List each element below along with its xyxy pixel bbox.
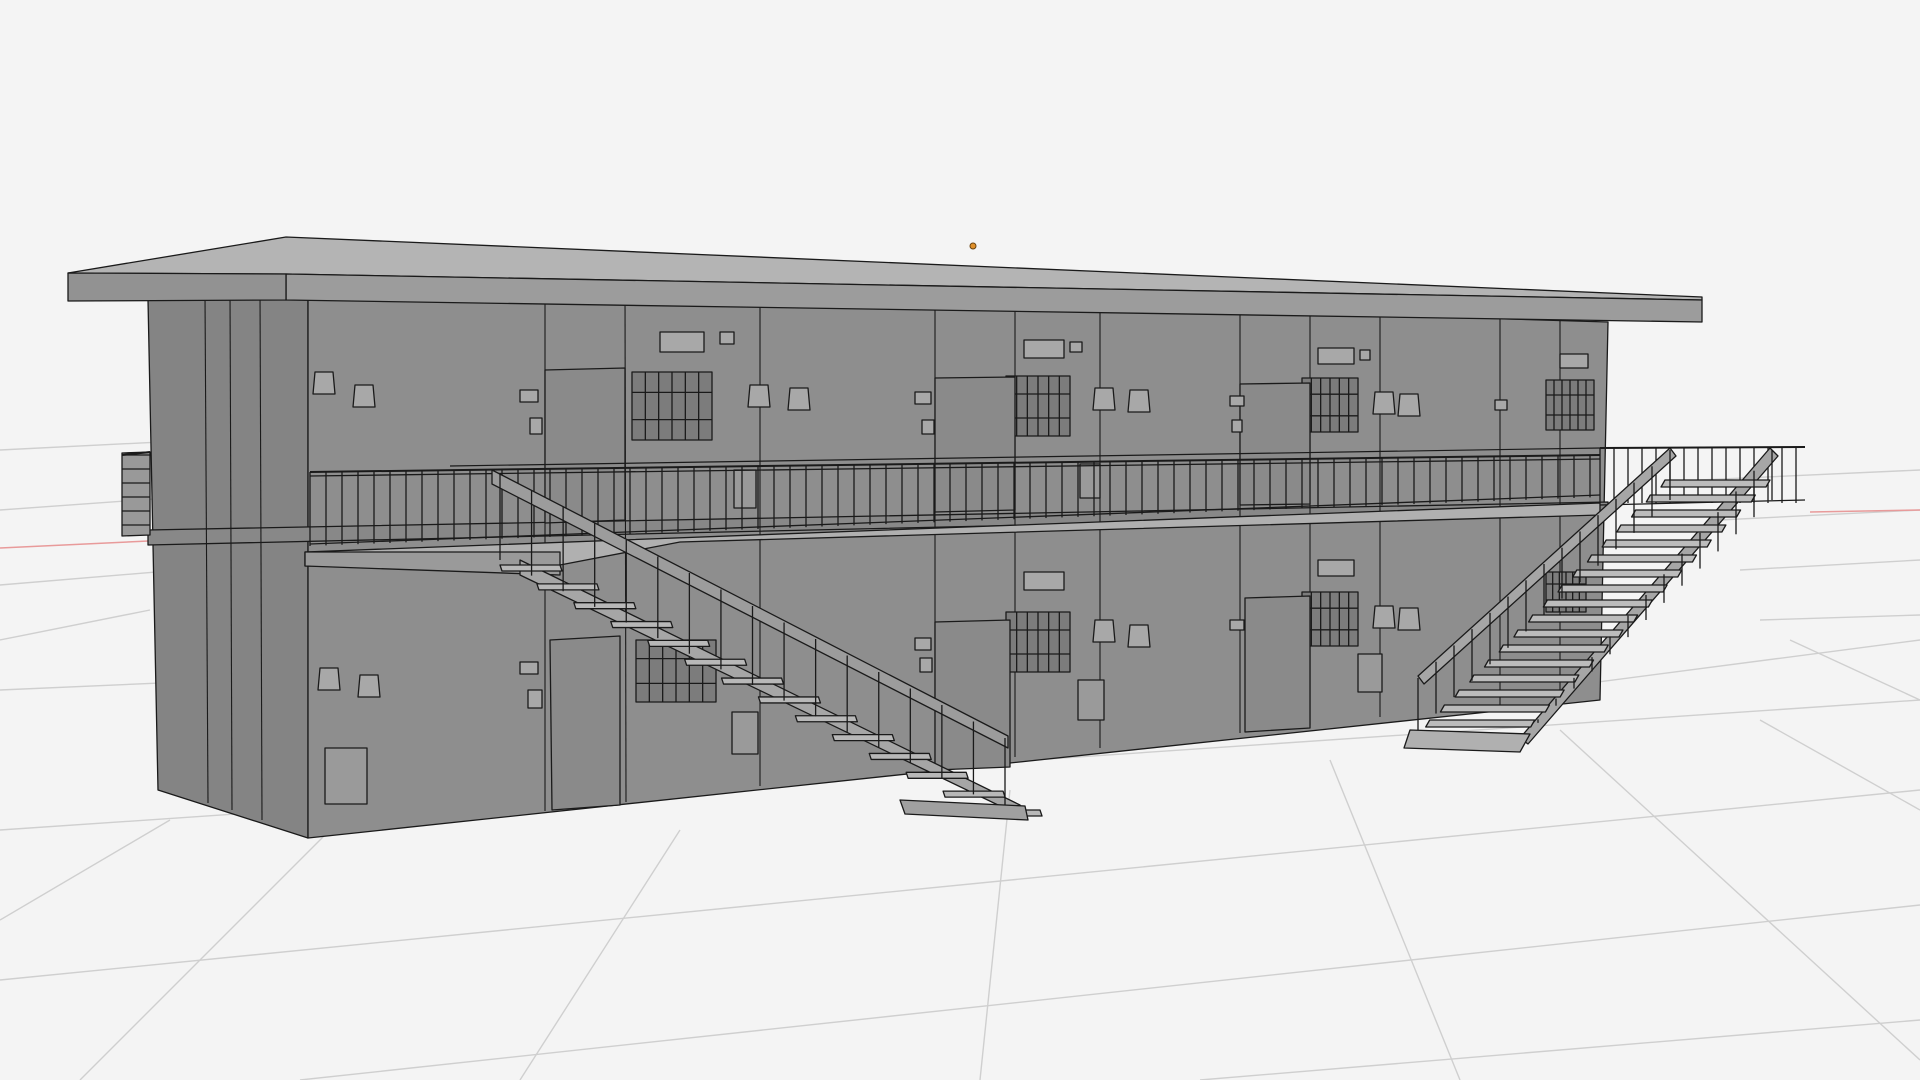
stair-step xyxy=(868,752,932,761)
stair-step xyxy=(1586,554,1698,563)
stair-landing xyxy=(1403,729,1531,753)
wall-box xyxy=(1359,349,1371,361)
ac-unit xyxy=(1023,571,1065,591)
stair-step xyxy=(1425,719,1536,728)
wall-box xyxy=(1231,419,1243,433)
stair-step xyxy=(1557,584,1668,593)
wall-box xyxy=(529,417,543,435)
stair-step xyxy=(1513,629,1624,638)
wall-lamp xyxy=(1397,393,1421,417)
stair-step xyxy=(1542,599,1654,608)
wall-lamp xyxy=(1092,619,1116,643)
ac-unit xyxy=(1317,347,1355,365)
building-model[interactable] xyxy=(67,236,1806,839)
x-axis-line-right xyxy=(1809,509,1920,513)
stair-step xyxy=(757,696,822,704)
stair-step xyxy=(1630,509,1742,518)
wall-lamp xyxy=(747,384,771,408)
stair-step xyxy=(647,639,711,648)
wall-box xyxy=(1229,395,1245,407)
wall-lamp xyxy=(352,384,376,408)
wall-box xyxy=(914,637,932,651)
stair-step xyxy=(1454,689,1565,698)
electrical-panel xyxy=(1079,463,1101,499)
side-landing xyxy=(121,451,151,537)
wall-lamp xyxy=(1372,391,1396,415)
wall-lamp xyxy=(1397,607,1421,631)
wall-lamp xyxy=(1092,387,1116,411)
stair-step xyxy=(1498,644,1609,653)
electrical-panel xyxy=(1077,679,1105,721)
stair-step xyxy=(1572,569,1683,578)
stair-step xyxy=(905,771,969,779)
rail-ext-top xyxy=(1599,446,1806,449)
stair-step xyxy=(1616,524,1727,533)
wall-box xyxy=(914,391,932,405)
stair-step xyxy=(683,658,748,666)
wall-lamp xyxy=(312,371,336,395)
wall-box xyxy=(519,661,539,675)
stair-step xyxy=(1645,494,1756,503)
stair-step xyxy=(1483,659,1595,668)
wall-lamp xyxy=(1127,624,1151,648)
stair-step xyxy=(610,620,674,629)
ac-unit xyxy=(659,331,705,353)
wall-box xyxy=(527,689,543,709)
roof-side-face xyxy=(67,272,287,302)
viewport-canvas[interactable] xyxy=(0,0,1920,1080)
stair-step xyxy=(1439,704,1551,713)
electrical-panel xyxy=(733,469,757,509)
building-side-wall xyxy=(147,281,309,839)
x-axis-line xyxy=(0,539,171,549)
wall-box xyxy=(1494,399,1508,411)
stair-step xyxy=(794,715,859,723)
wall-box xyxy=(519,389,539,403)
wall-lamp xyxy=(357,674,381,698)
stair-step xyxy=(1469,674,1580,683)
3d-viewport[interactable] xyxy=(0,0,1920,1080)
wall-lamp xyxy=(1127,389,1151,413)
ac-unit xyxy=(1023,339,1065,359)
ac-unit xyxy=(1317,559,1355,577)
wall-box xyxy=(919,657,933,673)
wall-box xyxy=(1069,341,1083,353)
wall-lamp xyxy=(317,667,341,691)
electrical-panel xyxy=(1357,653,1383,693)
ac-unit xyxy=(1559,353,1589,369)
electrical-panel xyxy=(731,711,759,755)
wall-box xyxy=(1229,619,1245,631)
object-origin-icon[interactable] xyxy=(969,242,977,250)
stair-step xyxy=(536,583,600,591)
stair-step xyxy=(831,733,895,742)
wall-box xyxy=(719,331,735,345)
wall-lamp xyxy=(787,387,811,411)
electrical-panel xyxy=(324,747,368,805)
stair-step xyxy=(1527,614,1639,623)
wall-lamp xyxy=(1372,605,1396,629)
stair-step xyxy=(1601,539,1712,548)
wall-box xyxy=(921,419,935,435)
